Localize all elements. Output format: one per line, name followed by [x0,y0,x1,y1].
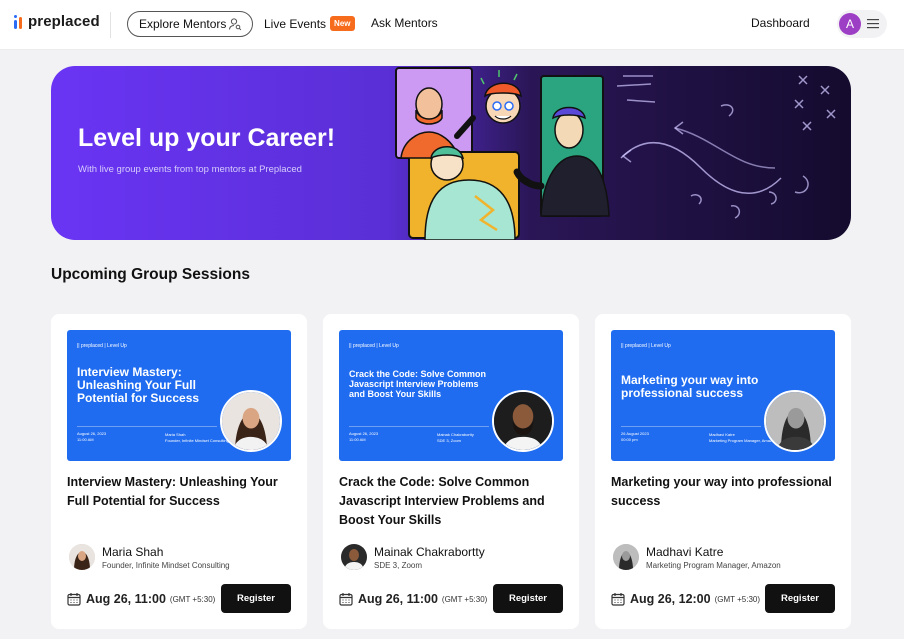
session-timezone: (GMT +5:30) [169,594,216,604]
host-name: Madhavi Katre [646,545,724,559]
mentor-photo [764,390,826,452]
user-search-icon [229,18,242,31]
session-timezone: (GMT +5:30) [714,594,761,604]
user-menu-button[interactable]: A [837,10,887,38]
host-avatar [613,544,639,570]
thumb-schedule: August 26, 2023 11:00 AM [77,431,106,444]
thumb-mentor: Mainak Chakrabortty SDE 3, Zoom [437,432,474,444]
thumb-title: Crack the Code: Solve Common Javascript … [349,369,487,399]
session-thumbnail[interactable]: || preplaced | Level Up Marketing your w… [611,330,835,461]
session-datetime: Aug 26, 11:00 (GMT +5:30) [67,592,215,606]
host-role: Founder, Infinite Mindset Consulting [102,561,230,570]
thumb-divider [621,426,761,427]
thumb-divider [77,426,217,427]
thumb-time: 11:00 AM [349,437,366,443]
mentor-photo [220,390,282,452]
hero-banner: Level up your Career! With live group ev… [51,66,851,240]
header-divider [110,12,111,38]
new-badge: New [330,16,355,31]
thumb-schedule: August 26, 2023 11:00 AM [349,431,378,444]
thumb-schedule: 26 August 2023 00:00 pm [621,431,649,444]
thumb-divider [349,426,489,427]
session-card[interactable]: || preplaced | Level Up Marketing your w… [595,314,851,629]
nav-live-events[interactable]: Live Events New [264,16,355,31]
thumb-time: 11:00 AM [77,437,94,443]
register-button[interactable]: Register [765,584,835,613]
hero-subtitle: With live group events from top mentors … [78,164,302,175]
session-thumbnail[interactable]: || preplaced | Level Up Interview Master… [67,330,291,461]
session-timezone: (GMT +5:30) [441,594,488,604]
session-date: Aug 26, 12:00 [630,592,711,606]
host-role: Marketing Program Manager, Amazon [646,561,781,570]
thumb-title: Marketing your way into professional suc… [621,373,759,401]
session-date: Aug 26, 11:00 [86,592,166,606]
preplaced-logo-icon [14,14,24,29]
thumb-mentor-role: Marketing Program Manager, Amazon [709,438,777,443]
session-title[interactable]: Crack the Code: Solve Common Javascript … [339,473,563,530]
register-button[interactable]: Register [221,584,291,613]
session-thumbnail[interactable]: || preplaced | Level Up Crack the Code: … [339,330,563,461]
nav-dashboard[interactable]: Dashboard [751,16,810,30]
explore-mentors-button[interactable]: Explore Mentors [127,11,253,37]
session-card[interactable]: || preplaced | Level Up Crack the Code: … [323,314,579,629]
nav-ask-mentors[interactable]: Ask Mentors [371,16,438,30]
session-datetime: Aug 26, 12:00 (GMT +5:30) [611,592,760,606]
calendar-icon [339,593,353,606]
live-events-label: Live Events [264,16,327,31]
preplaced-logo[interactable]: preplaced [14,13,100,30]
thumb-mentor-role: Founder, Infinite Mindset Consulting [165,438,229,443]
register-button[interactable]: Register [493,584,563,613]
thumb-title: Interview Mastery: Unleashing Your Full … [77,365,200,406]
hamburger-menu-icon [867,19,879,29]
thumb-brand: || preplaced | Level Up [77,343,127,349]
logo-text: preplaced [28,13,100,30]
calendar-icon [611,593,625,606]
session-date: Aug 26, 11:00 [358,592,438,606]
top-nav-bar: preplaced Explore Mentors Live Events Ne… [0,0,904,50]
host-name: Mainak Chakrabortty [374,545,485,559]
calendar-icon [67,593,81,606]
session-title[interactable]: Marketing your way into professional suc… [611,473,835,511]
session-card[interactable]: || preplaced | Level Up Interview Master… [51,314,307,629]
section-title: Upcoming Group Sessions [51,266,250,283]
session-host: Madhavi Katre Marketing Program Manager,… [611,543,835,573]
user-avatar: A [839,13,861,35]
thumb-time: 00:00 pm [621,437,638,443]
thumb-mentor-role: SDE 3, Zoom [437,438,462,443]
mentor-photo [492,390,554,452]
thumb-brand: || preplaced | Level Up [621,343,671,349]
session-host: Maria Shah Founder, Infinite Mindset Con… [67,543,291,573]
host-role: SDE 3, Zoom [374,561,423,570]
host-avatar [341,544,367,570]
session-datetime: Aug 26, 11:00 (GMT +5:30) [339,592,487,606]
thumb-mentor: Maria Shah Founder, Infinite Mindset Con… [165,432,229,444]
hero-illustration [395,67,836,240]
hero-title: Level up your Career! [78,124,336,152]
host-name: Maria Shah [102,545,164,559]
host-avatar [69,544,95,570]
session-title[interactable]: Interview Mastery: Unleashing Your Full … [67,473,291,511]
explore-mentors-label: Explore Mentors [139,17,227,31]
session-host: Mainak Chakrabortty SDE 3, Zoom [339,543,563,573]
thumb-brand: || preplaced | Level Up [349,343,399,349]
